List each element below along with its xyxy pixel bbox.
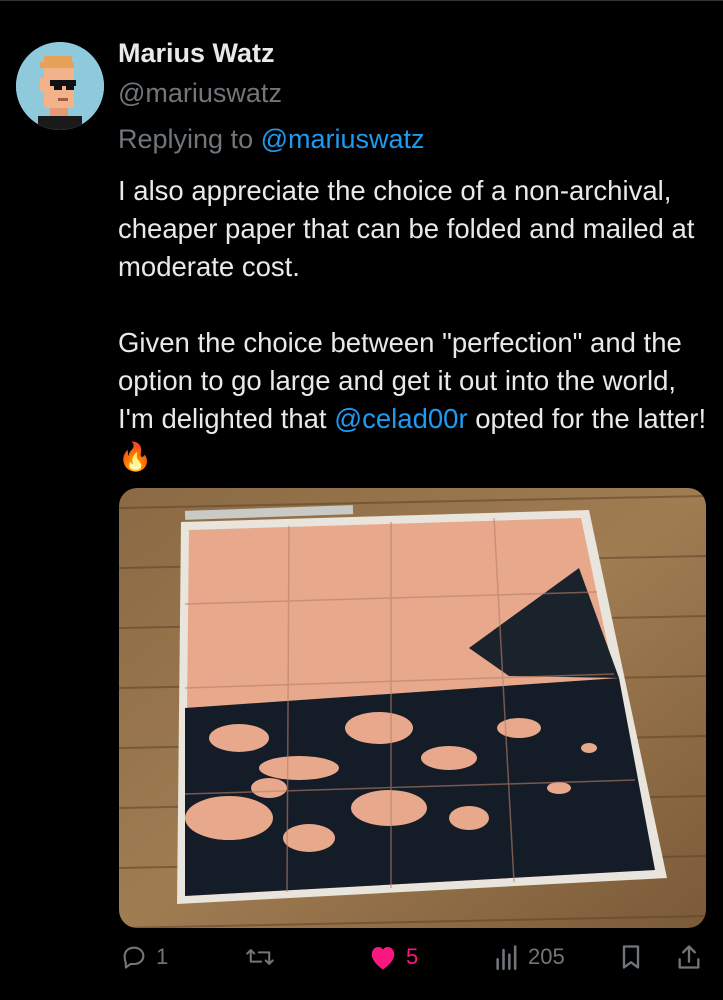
like-count: 5 xyxy=(406,944,419,969)
like-button[interactable]: 5 xyxy=(368,943,418,971)
tweet-paragraph-2: Given the choice between "perfection" an… xyxy=(118,324,708,476)
tweet-paragraph-1: I also appreciate the choice of a non-ar… xyxy=(118,175,695,282)
pixel-avatar-icon xyxy=(16,42,104,130)
tweet-text: I also appreciate the choice of a non-ar… xyxy=(118,172,708,476)
reply-count: 1 xyxy=(156,944,169,969)
tweet-photo[interactable] xyxy=(119,488,706,928)
tweet-action-bar: 1 5 205 xyxy=(0,935,723,990)
top-divider xyxy=(0,0,723,1)
reply-icon xyxy=(123,946,145,969)
views-button[interactable]: 205 xyxy=(494,943,565,971)
share-button[interactable] xyxy=(676,943,702,971)
share-icon xyxy=(678,945,700,969)
folded-print-photo xyxy=(119,488,706,928)
repost-button[interactable] xyxy=(245,943,283,971)
replying-to-line: Replying to @mariuswatz xyxy=(118,124,425,155)
author-handle[interactable]: @mariuswatz xyxy=(118,78,282,109)
views-icon xyxy=(496,945,517,970)
reply-button[interactable]: 1 xyxy=(120,943,168,971)
repost-icon xyxy=(246,949,274,965)
bookmark-icon xyxy=(622,945,640,969)
view-count: 205 xyxy=(528,944,565,969)
replying-to-prefix: Replying to xyxy=(118,124,254,154)
author-name[interactable]: Marius Watz xyxy=(118,38,275,69)
fire-emoji: 🔥 xyxy=(118,441,153,472)
heart-icon xyxy=(371,947,395,970)
avatar[interactable] xyxy=(16,42,104,130)
replying-to-mention[interactable]: @mariuswatz xyxy=(261,124,425,154)
tweet-paragraph-2-end: opted for the latter! xyxy=(467,403,707,434)
bookmark-button[interactable] xyxy=(618,943,644,971)
mention-link[interactable]: @celad00r xyxy=(334,403,467,434)
